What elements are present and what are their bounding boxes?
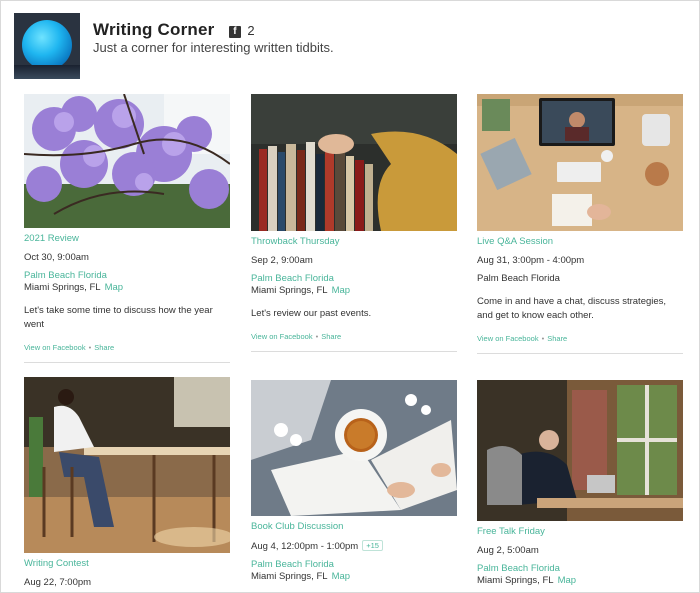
title-row: Writing Corner f 2: [93, 20, 255, 40]
event-location: Miami Springs, FL Map: [477, 575, 683, 586]
event-image[interactable]: [251, 94, 457, 231]
event-actions: View on Facebook • Share: [251, 332, 342, 341]
divider: [251, 351, 457, 352]
event-place-link[interactable]: Palm Beach Florida: [477, 563, 683, 574]
event-date: Oct 30, 9:00am: [24, 252, 89, 263]
event-image[interactable]: [477, 380, 683, 521]
event-card: Writing Contest Aug 22, 7:00pm: [24, 377, 230, 588]
divider: [477, 353, 683, 354]
page-avatar[interactable]: [14, 13, 80, 79]
event-title-link[interactable]: Throwback Thursday: [251, 236, 457, 247]
globe-icon: [22, 20, 72, 70]
event-actions: View on Facebook • Share: [24, 343, 115, 352]
event-description: Come in and have a chat, discuss strateg…: [477, 296, 667, 321]
event-image[interactable]: [477, 94, 683, 231]
event-place-link[interactable]: Palm Beach Florida: [251, 273, 457, 284]
event-image[interactable]: [24, 377, 230, 553]
share-link[interactable]: Share: [547, 334, 567, 343]
event-description: Let's review our past events.: [251, 308, 372, 319]
event-date: Aug 2, 5:00am: [477, 545, 539, 556]
event-actions: View on Facebook • Share: [477, 334, 568, 343]
event-image[interactable]: [24, 94, 230, 228]
event-title-link[interactable]: Live Q&A Session: [477, 236, 683, 247]
facebook-count: 2: [247, 23, 255, 38]
event-location: Miami Springs, FL Map: [251, 571, 457, 582]
event-title-link[interactable]: 2021 Review: [24, 233, 230, 244]
event-location: Miami Springs, FL Map: [24, 282, 230, 293]
view-on-facebook-link[interactable]: View on Facebook: [24, 343, 86, 352]
map-link[interactable]: Map: [332, 285, 350, 296]
event-card: 2021 Review Oct 30, 9:00am Palm Beach Fl…: [24, 94, 230, 363]
more-dates-badge[interactable]: +15: [362, 540, 383, 551]
event-date: Aug 22, 7:00pm: [24, 577, 92, 588]
event-title-link[interactable]: Writing Contest: [24, 558, 230, 569]
event-city: Miami Springs, FL: [24, 282, 101, 293]
event-card: Throwback Thursday Sep 2, 9:00am Palm Be…: [251, 94, 457, 352]
event-card: Book Club Discussion Aug 4, 12:00pm - 1:…: [251, 380, 457, 582]
event-city: Miami Springs, FL: [477, 575, 554, 586]
event-date: Aug 31, 3:00pm - 4:00pm: [477, 255, 585, 266]
event-card: Free Talk Friday Aug 2, 5:00am Palm Beac…: [477, 380, 683, 586]
facebook-icon[interactable]: f: [228, 26, 241, 38]
event-title-link[interactable]: Free Talk Friday: [477, 526, 683, 537]
event-place-link[interactable]: Palm Beach Florida: [24, 270, 230, 281]
view-on-facebook-link[interactable]: View on Facebook: [477, 334, 539, 343]
event-title-link[interactable]: Book Club Discussion: [251, 521, 457, 532]
event-image[interactable]: [251, 380, 457, 516]
divider: [24, 362, 230, 363]
event-description: Let's take some time to discuss how the …: [24, 305, 213, 330]
event-place: Palm Beach Florida: [477, 273, 560, 284]
view-on-facebook-link[interactable]: View on Facebook: [251, 332, 313, 341]
share-link[interactable]: Share: [94, 343, 114, 352]
event-location: Miami Springs, FL Map: [251, 285, 457, 296]
map-link[interactable]: Map: [105, 282, 123, 293]
page-title[interactable]: Writing Corner: [93, 20, 215, 39]
map-link[interactable]: Map: [332, 571, 350, 582]
event-city: Miami Springs, FL: [251, 571, 328, 582]
event-place-link[interactable]: Palm Beach Florida: [251, 559, 457, 570]
event-date: Sep 2, 9:00am: [251, 255, 313, 266]
page-tagline: Just a corner for interesting written ti…: [93, 40, 334, 55]
map-link[interactable]: Map: [558, 575, 576, 586]
event-city: Miami Springs, FL: [251, 285, 328, 296]
event-date-text: Aug 4, 12:00pm - 1:00pm: [251, 541, 359, 552]
event-date: Aug 4, 12:00pm - 1:00pm +15: [251, 540, 457, 552]
share-link[interactable]: Share: [321, 332, 341, 341]
event-card: Live Q&A Session Aug 31, 3:00pm - 4:00pm…: [477, 94, 683, 354]
